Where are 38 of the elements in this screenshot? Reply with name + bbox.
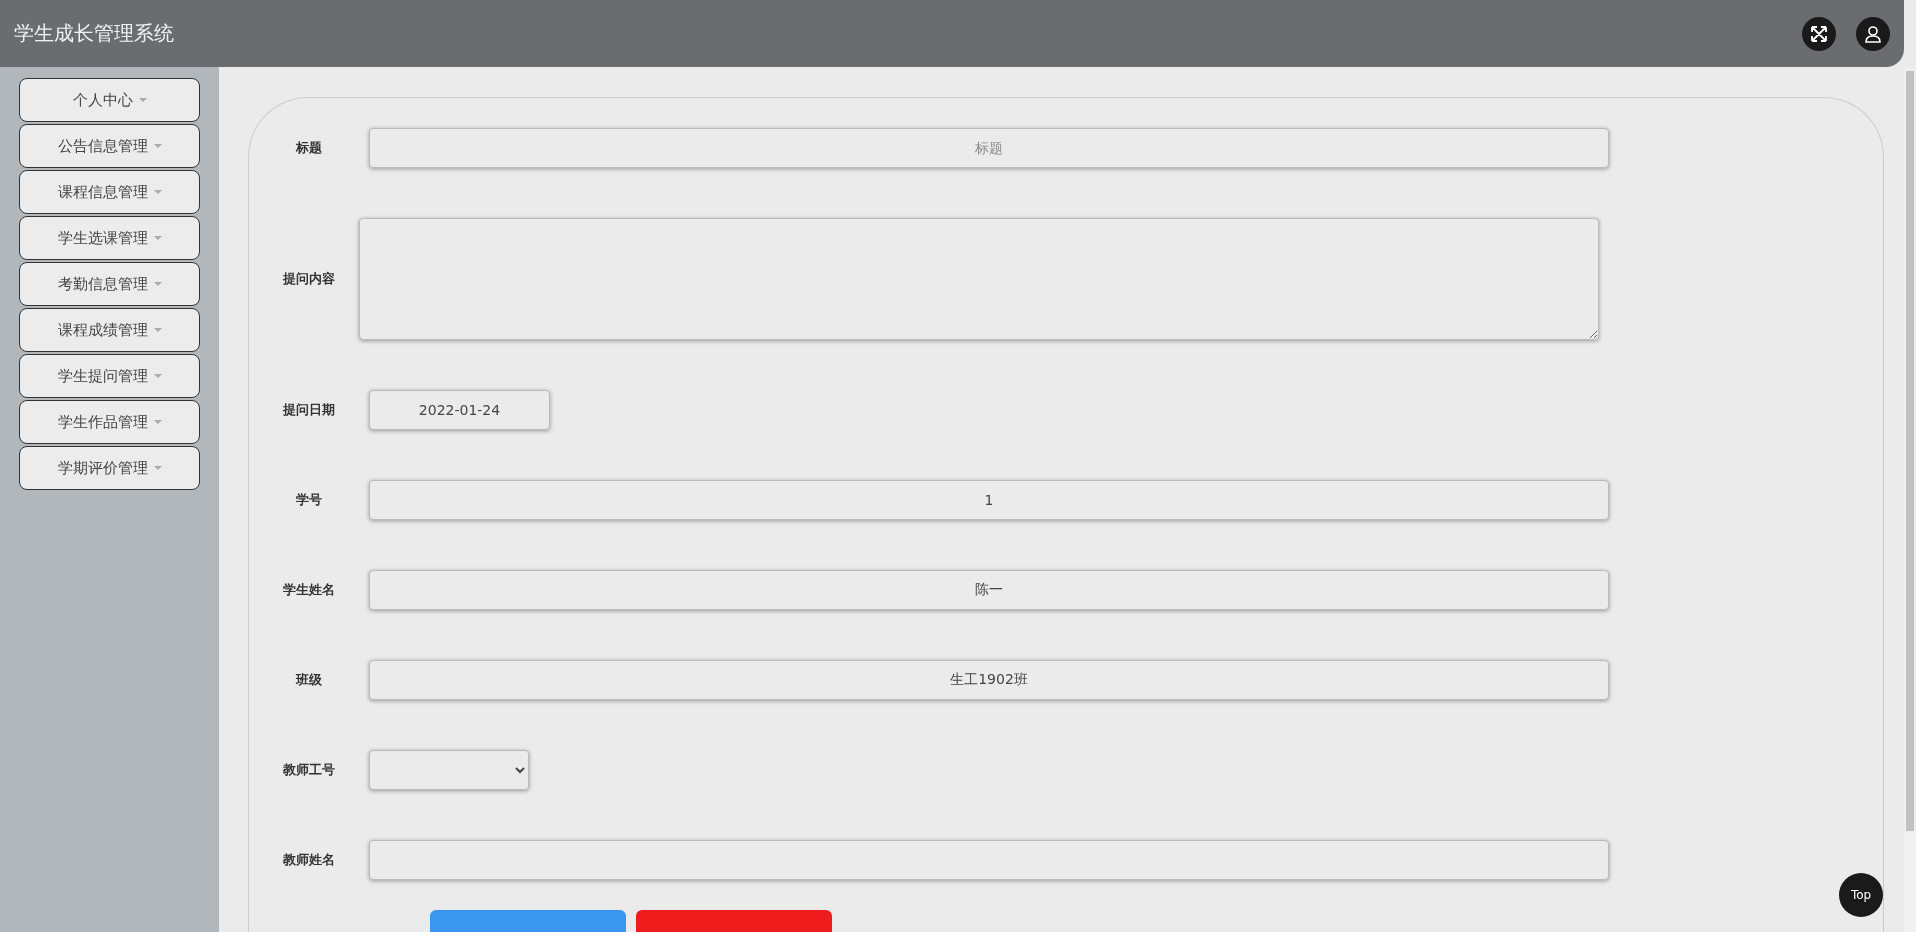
input-field[interactable]: 陈一 [369,570,1609,610]
caret-icon [153,374,162,378]
menu-item[interactable]: 课程信息管理 [19,170,200,214]
field-label: 教师工号 [282,761,336,779]
date-field[interactable]: 2022-01-24 [369,390,550,430]
input-field[interactable]: 1 [369,480,1609,520]
app-title: 学生成长管理系统 [14,20,175,47]
field-label: 提问日期 [282,401,336,419]
menu-item[interactable]: 公告信息管理 [19,124,200,168]
field-label: 班级 [294,671,323,689]
menu-item[interactable]: 学期评价管理 [19,446,200,490]
input-field[interactable] [369,840,1609,880]
textarea-field[interactable] [359,218,1599,340]
field-label: 提问内容 [282,270,336,288]
caret-icon [153,236,162,240]
caret-icon [153,420,162,424]
input-field[interactable]: 标题 [369,128,1609,168]
menu-item[interactable]: 课程成绩管理 [19,308,200,352]
menu-item[interactable]: 学生选课管理 [19,216,200,260]
caret-icon [153,282,162,286]
menu-item[interactable]: 学生提问管理 [19,354,200,398]
input-field[interactable]: 生工1902班 [369,660,1609,700]
scrollbar-thumb[interactable] [1906,71,1914,831]
caret-icon [153,144,162,148]
menu-item[interactable]: 个人中心 [19,78,200,122]
caret-icon [153,466,162,470]
caret-icon [153,328,162,332]
user-icon[interactable] [1856,16,1890,51]
menu-item[interactable]: 学生作品管理 [19,400,200,444]
select-field[interactable] [369,750,529,790]
menu-item[interactable]: 考勤信息管理 [19,262,200,306]
fullscreen-icon[interactable] [1802,16,1836,51]
caret-icon [138,98,147,102]
field-label: 学生姓名 [282,581,336,599]
caret-icon [153,190,162,194]
field-label: 学号 [295,491,323,509]
field-label: 标题 [295,139,323,157]
field-label: 教师姓名 [282,851,336,869]
